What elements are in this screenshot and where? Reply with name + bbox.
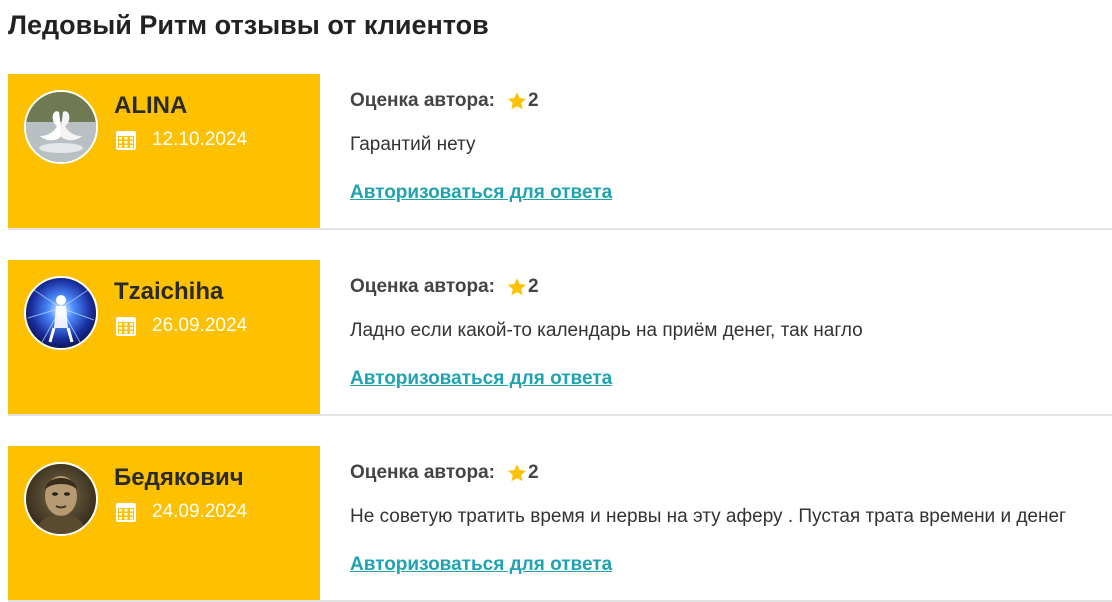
rating-value: 2 <box>528 90 539 111</box>
review-card: Tzaichiha 26.09.2024 Оценка автора: 2 Ла… <box>8 260 1112 416</box>
reply-login-link[interactable]: Авторизоваться для ответа <box>350 182 612 204</box>
rating-label: Оценка автора: <box>350 276 496 297</box>
author-panel: Tzaichiha 26.09.2024 <box>8 260 320 414</box>
calendar-icon <box>116 131 136 150</box>
review-text: Ладно если какой-то календарь на приём д… <box>350 320 863 341</box>
rating-value: 2 <box>528 462 539 483</box>
review-card: ALINA 12.10.2024 Оценка автора: 2 Гарант… <box>8 74 1112 230</box>
star-icon <box>508 278 527 296</box>
reply-login-link[interactable]: Авторизоваться для ответа <box>350 554 612 576</box>
swans-avatar-icon <box>26 92 96 162</box>
page-title: Ледовый Ритм отзывы от клиентов <box>8 10 489 40</box>
author-name: Tzaichiha <box>114 278 224 305</box>
avatar[interactable] <box>24 90 98 164</box>
rating-value: 2 <box>528 276 539 297</box>
rating-row: Оценка автора: 2 <box>350 462 539 484</box>
author-panel: Бедякович 24.09.2024 <box>8 446 320 600</box>
avatar[interactable] <box>24 276 98 350</box>
review-text: Не советую тратить время и нервы на эту … <box>350 506 1066 527</box>
calendar-icon <box>116 503 136 522</box>
author-name: ALINA <box>114 92 188 119</box>
avatar[interactable] <box>24 462 98 536</box>
rating-row: Оценка автора: 2 <box>350 276 539 298</box>
review-card: Бедякович 24.09.2024 Оценка автора: 2 Не… <box>8 446 1112 602</box>
reply-login-link[interactable]: Авторизоваться для ответа <box>350 368 612 390</box>
review-content: Оценка автора: 2 Ладно если какой-то кал… <box>350 260 1112 414</box>
review-date: 26.09.2024 <box>152 315 248 336</box>
portrait-avatar-icon <box>26 464 96 534</box>
review-text: Гарантий нету <box>350 134 476 155</box>
date-row: 24.09.2024 <box>114 500 247 524</box>
review-content: Оценка автора: 2 Не советую тратить врем… <box>350 446 1112 600</box>
rating-label: Оценка автора: <box>350 462 496 483</box>
date-row: 26.09.2024 <box>114 314 247 338</box>
star-icon <box>508 92 527 110</box>
author-name: Бедякович <box>114 464 244 491</box>
review-date: 12.10.2024 <box>152 129 248 150</box>
rating-row: Оценка автора: 2 <box>350 90 539 112</box>
calendar-icon <box>116 317 136 336</box>
rating-label: Оценка автора: <box>350 90 496 111</box>
review-content: Оценка автора: 2 Гарантий нету Авторизов… <box>350 74 1112 228</box>
date-row: 12.10.2024 <box>114 128 247 152</box>
cosmic-figure-avatar-icon <box>26 278 96 348</box>
star-icon <box>508 464 527 482</box>
author-panel: ALINA 12.10.2024 <box>8 74 320 228</box>
review-date: 24.09.2024 <box>152 501 248 522</box>
